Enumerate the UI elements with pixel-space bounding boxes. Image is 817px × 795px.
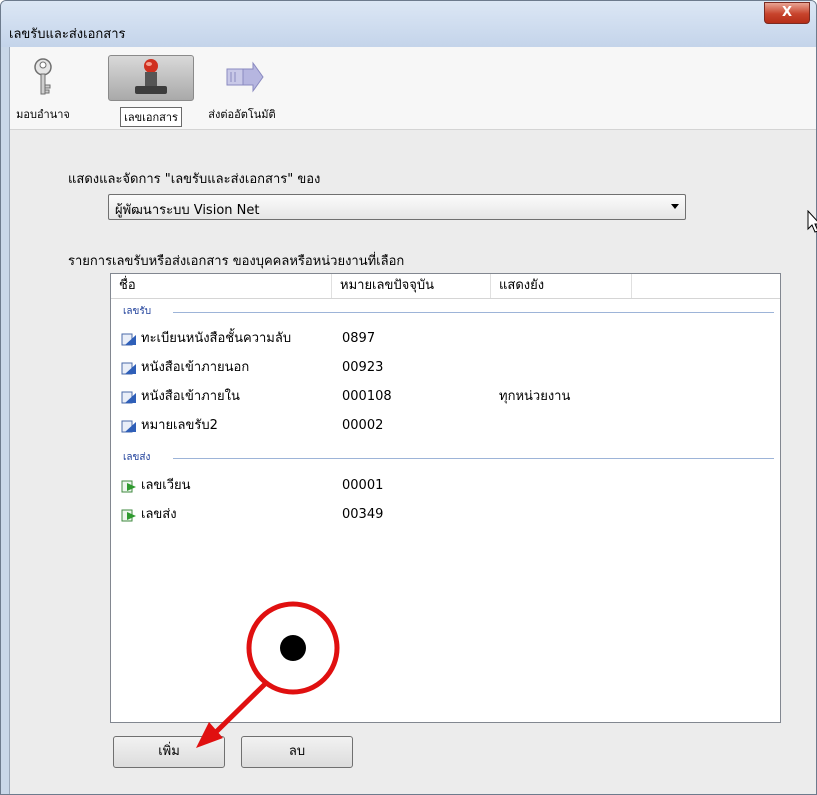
column-header-current-number[interactable]: หมายเลขปัจจุบัน (332, 274, 491, 298)
row-name: หมายเลขรับ2 (141, 418, 218, 433)
dialog-window: เลขรับและส่งเอกสาร X มอบอำนาจ เลขเอกสาร … (0, 0, 817, 795)
row-name: เลขเวียน (141, 478, 191, 493)
tool-auto-forward-label: ส่งต่ออัตโนมัติ (208, 108, 276, 121)
tool-auto-forward[interactable]: ส่งต่ออัตโนมัติ (194, 55, 290, 125)
incoming-document-icon (121, 361, 137, 375)
row-display: ทุกหน่วยงาน (499, 389, 571, 404)
list-item[interactable]: หมายเลขรับ2 00002 (121, 415, 780, 437)
numbers-list[interactable]: ชื่อ หมายเลขปัจจุบัน แสดงยัง เลขรับ ทะเบ… (110, 273, 781, 723)
main-content: แสดงและจัดการ "เลขรับและส่งเอกสาร" ของ ผ… (10, 130, 816, 794)
list-item[interactable]: ทะเบียนหนังสือชั้นความลับ 0897 (121, 328, 780, 350)
close-icon: X (781, 5, 793, 20)
add-button[interactable]: เพิ่ม (113, 736, 225, 768)
row-name: หนังสือเข้าภายใน (141, 389, 240, 404)
group-outgoing: เลขส่ง (123, 450, 774, 466)
tool-document-numbers-label: เลขเอกสาร (120, 107, 182, 127)
key-icon (20, 55, 66, 99)
group-incoming: เลขรับ (123, 304, 774, 320)
row-name: เลขส่ง (141, 507, 177, 522)
owner-select[interactable]: ผู้พัฒนาระบบ Vision Net (108, 194, 686, 220)
toolbar: มอบอำนาจ เลขเอกสาร ส่งต่ออัตโนมัติ (10, 47, 816, 130)
tool-document-numbers[interactable]: เลขเอกสาร (108, 55, 194, 127)
outgoing-document-icon (121, 479, 137, 493)
owner-label: แสดงและจัดการ "เลขรับและส่งเอกสาร" ของ (68, 172, 321, 187)
list-item[interactable]: เลขเวียน 00001 (121, 475, 780, 497)
row-name: หนังสือเข้าภายนอก (141, 360, 250, 375)
forward-arrow-icon (219, 55, 265, 99)
mouse-pointer-icon (807, 210, 817, 233)
group-outgoing-label: เลขส่ง (123, 450, 155, 465)
chevron-down-icon[interactable] (671, 204, 679, 209)
row-name: ทะเบียนหนังสือชั้นความลับ (141, 331, 292, 346)
row-number: 00002 (342, 418, 384, 433)
incoming-document-icon (121, 332, 137, 346)
tool-delegate[interactable]: มอบอำนาจ (10, 55, 76, 125)
tool-delegate-label: มอบอำนาจ (16, 108, 70, 121)
group-incoming-label: เลขรับ (123, 304, 156, 319)
list-label: รายการเลขรับหรือส่งเอกสาร ของบุคคลหรือหน… (68, 254, 405, 269)
list-item[interactable]: เลขส่ง 00349 (121, 504, 780, 526)
row-number: 0897 (342, 331, 376, 346)
outgoing-document-icon (121, 508, 137, 522)
group-divider (173, 458, 774, 459)
row-number: 00001 (342, 478, 384, 493)
incoming-document-icon (121, 390, 137, 404)
row-number: 000108 (342, 389, 392, 404)
group-divider (173, 312, 774, 313)
column-header-name[interactable]: ชื่อ (111, 274, 332, 298)
stamp-icon (108, 55, 194, 101)
row-number: 00923 (342, 360, 384, 375)
close-button[interactable]: X (764, 2, 810, 24)
delete-button[interactable]: ลบ (241, 736, 353, 768)
list-item[interactable]: หนังสือเข้าภายนอก 00923 (121, 357, 780, 379)
window-title: เลขรับและส่งเอกสาร (9, 27, 126, 42)
title-bar[interactable]: เลขรับและส่งเอกสาร X (1, 1, 816, 47)
incoming-document-icon (121, 419, 137, 433)
list-item[interactable]: หนังสือเข้าภายใน 000108 ทุกหน่วยงาน (121, 386, 780, 408)
list-header: ชื่อ หมายเลขปัจจุบัน แสดงยัง (111, 274, 780, 299)
owner-select-value: ผู้พัฒนาระบบ Vision Net (115, 203, 260, 218)
client-area: มอบอำนาจ เลขเอกสาร ส่งต่ออัตโนมัติ แสดงแ… (9, 47, 816, 794)
row-number: 00349 (342, 507, 384, 522)
column-header-display[interactable]: แสดงยัง (491, 274, 632, 298)
